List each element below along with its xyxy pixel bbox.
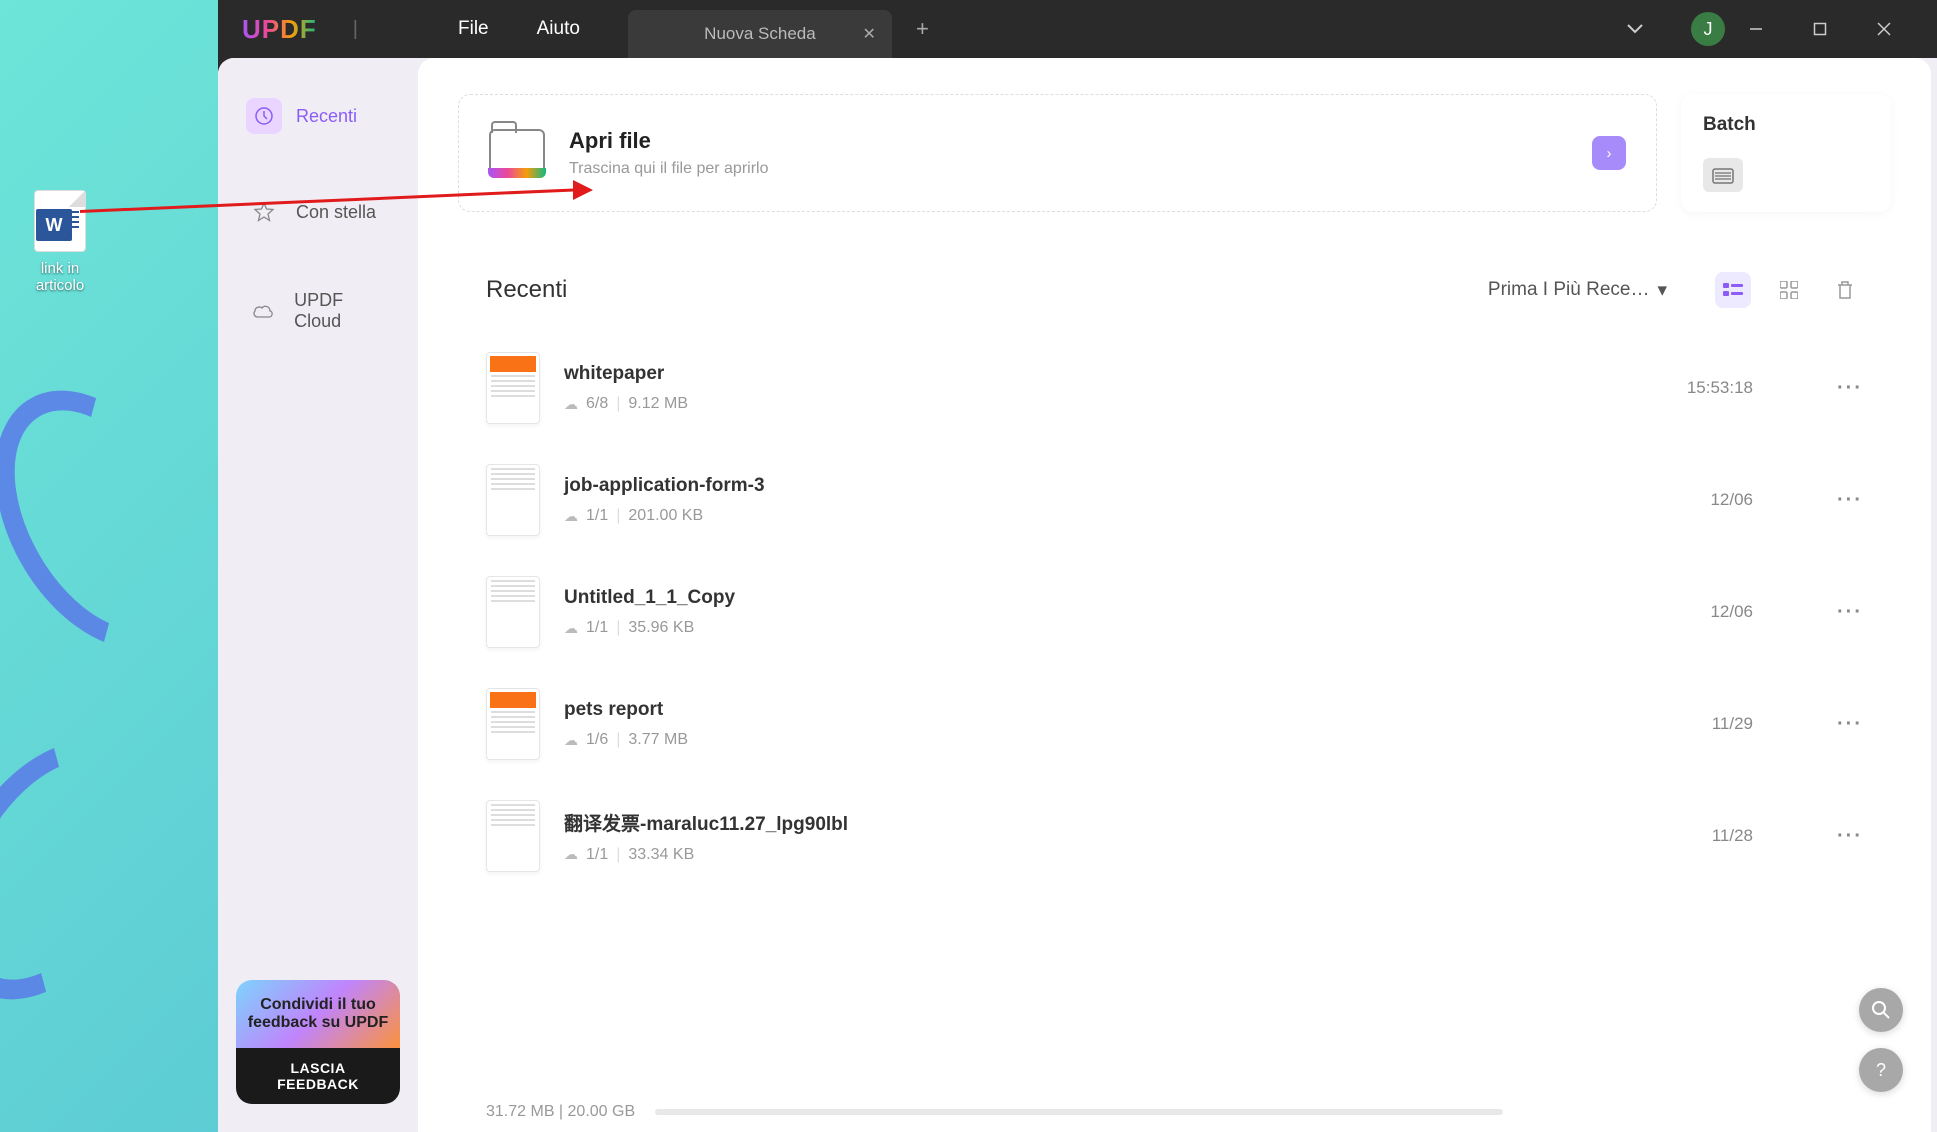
tab-new[interactable]: Nuova Scheda ✕ [628,10,892,58]
feedback-button[interactable]: LASCIA FEEDBACK [236,1048,400,1104]
file-meta: ☁ 1/6 | 3.77 MB [564,731,1688,749]
file-thumbnail [486,800,540,872]
file-size: 9.12 MB [628,395,688,413]
file-thumbnail [486,352,540,424]
sort-label: Prima I Più Rece… [1488,279,1650,301]
close-button[interactable] [1877,22,1917,36]
storage-progress [655,1109,1503,1115]
feedback-promo[interactable]: Condividi il tuo feedback su UPDF LASCIA… [236,980,400,1104]
search-button[interactable] [1859,988,1903,1032]
file-more-button[interactable]: ··· [1837,713,1863,736]
file-meta: ☁ 6/8 | 9.12 MB [564,395,1663,413]
file-pages: 1/6 [586,731,608,749]
title-bar: UPDF | File Aiuto Nuova Scheda ✕ + J [218,0,1937,58]
file-thumbnail [486,688,540,760]
file-pages: 1/1 [586,846,608,864]
folder-icon [489,129,545,177]
annotation-arrow-head [573,180,593,200]
user-avatar[interactable]: J [1691,12,1725,46]
sidebar-label: UPDF Cloud [294,290,390,332]
file-date: 11/28 [1712,826,1753,846]
file-name: whitepaper [564,363,1663,385]
file-pages: 1/1 [586,619,608,637]
storage-text: 31.72 MB | 20.00 GB [486,1103,635,1121]
sidebar-item-cloud[interactable]: UPDF Cloud [236,278,400,344]
maximize-button[interactable] [1813,22,1853,36]
file-more-button[interactable]: ··· [1837,489,1863,512]
open-file-arrow-icon: › [1592,136,1626,170]
sort-dropdown[interactable]: Prima I Più Rece… ▾ [1488,279,1667,302]
new-tab-button[interactable]: + [916,16,929,42]
cloud-mini-icon: ☁ [564,508,578,525]
desktop-file[interactable]: W link in articolo [20,190,100,294]
file-row[interactable]: job-application-form-3 ☁ 1/1 | 201.00 KB… [486,444,1863,556]
list-view-button[interactable] [1715,272,1751,308]
sidebar-item-starred[interactable]: Con stella [236,182,400,242]
sidebar-label: Recenti [296,106,357,127]
open-file-subtitle: Trascina qui il file per aprirlo [569,160,768,178]
file-more-button[interactable]: ··· [1837,377,1863,400]
file-more-button[interactable]: ··· [1837,825,1863,848]
file-row[interactable]: pets report ☁ 1/6 | 3.77 MB 11/29 ··· [486,668,1863,780]
file-name: 翻译发票-maraluc11.27_lpg90lbl [564,809,1688,836]
status-bar: 31.72 MB | 20.00 GB [458,1092,1891,1132]
star-icon [246,194,282,230]
cloud-mini-icon: ☁ [564,620,578,637]
file-thumbnail [486,464,540,536]
batch-card[interactable]: Batch [1681,94,1891,212]
tab-close-icon[interactable]: ✕ [863,24,876,44]
batch-icon [1703,158,1743,192]
file-pages: 1/1 [586,507,608,525]
menu-help[interactable]: Aiuto [537,18,580,40]
file-name: Untitled_1_1_Copy [564,587,1686,609]
grid-view-button[interactable] [1771,272,1807,308]
open-file-title: Apri file [569,128,768,154]
main-content: Apri file Trascina qui il file per aprir… [418,58,1931,1132]
dropdown-icon[interactable] [1627,24,1667,34]
chevron-down-icon: ▾ [1657,279,1667,302]
file-pages: 6/8 [586,395,608,413]
app-logo: UPDF [242,14,317,45]
file-size: 201.00 KB [628,507,703,525]
file-meta: ☁ 1/1 | 33.34 KB [564,846,1688,864]
file-list: whitepaper ☁ 6/8 | 9.12 MB 15:53:18 ··· … [458,332,1891,1092]
cloud-icon [246,293,280,329]
file-meta: ☁ 1/1 | 201.00 KB [564,507,1686,525]
app-window: UPDF | File Aiuto Nuova Scheda ✕ + J [218,0,1937,1132]
sidebar-label: Con stella [296,202,376,223]
file-row[interactable]: Untitled_1_1_Copy ☁ 1/1 | 35.96 KB 12/06… [486,556,1863,668]
menu-file[interactable]: File [458,18,489,40]
help-button[interactable]: ? [1859,1048,1903,1092]
file-size: 3.77 MB [628,731,688,749]
recent-heading: Recenti [486,276,567,304]
cloud-mini-icon: ☁ [564,396,578,413]
delete-button[interactable] [1827,272,1863,308]
open-file-dropzone[interactable]: Apri file Trascina qui il file per aprir… [458,94,1657,212]
file-meta: ☁ 1/1 | 35.96 KB [564,619,1686,637]
file-name: job-application-form-3 [564,475,1686,497]
file-thumbnail [486,576,540,648]
file-date: 15:53:18 [1687,378,1753,398]
file-more-button[interactable]: ··· [1837,601,1863,624]
minimize-button[interactable] [1749,22,1789,36]
promo-text: Condividi il tuo feedback su UPDF [236,980,400,1048]
file-row[interactable]: whitepaper ☁ 6/8 | 9.12 MB 15:53:18 ··· [486,332,1863,444]
sidebar-item-recent[interactable]: Recenti [236,86,400,146]
file-name: pets report [564,699,1688,721]
batch-title: Batch [1703,114,1869,136]
sidebar: Recenti Con stella UPDF Cloud Condividi … [218,58,418,1132]
file-date: 11/29 [1712,714,1753,734]
tab-label: Nuova Scheda [704,24,816,44]
file-date: 12/06 [1710,490,1753,510]
cloud-mini-icon: ☁ [564,846,578,863]
file-size: 33.34 KB [628,846,694,864]
file-row[interactable]: 翻译发票-maraluc11.27_lpg90lbl ☁ 1/1 | 33.34… [486,780,1863,892]
cloud-mini-icon: ☁ [564,732,578,749]
clock-icon [246,98,282,134]
file-size: 35.96 KB [628,619,694,637]
file-date: 12/06 [1710,602,1753,622]
desktop-file-label: link in articolo [20,260,100,294]
